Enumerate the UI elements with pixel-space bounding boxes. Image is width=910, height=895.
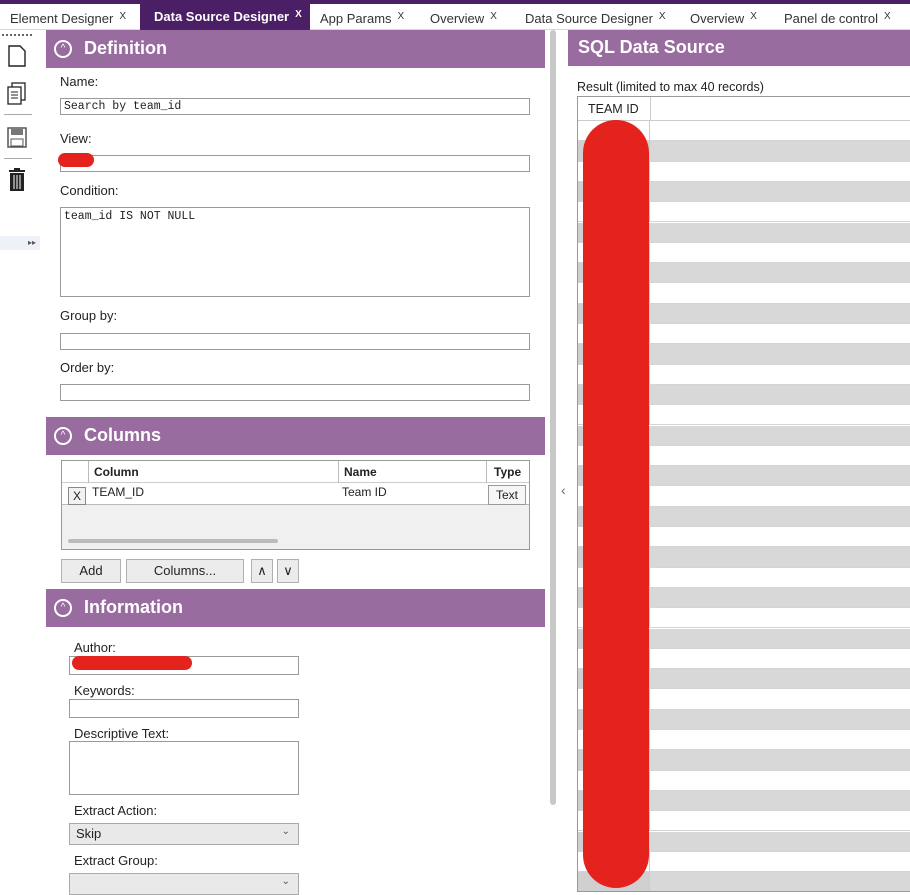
tab-bar: Element Designer X Data Source Designer X … (0, 0, 910, 30)
tab-data-source-designer-active[interactable]: Data Source Designer X (140, 4, 310, 30)
collapse-icon[interactable]: ^ (54, 40, 72, 58)
panel-title: SQL Data Source (578, 37, 725, 57)
name-cell[interactable]: Team ID (342, 485, 387, 499)
groupby-label: Group by: (60, 308, 118, 323)
condition-label: Condition: (60, 183, 119, 198)
redaction-mark (72, 656, 192, 670)
panel-expander-icon[interactable]: ▸▸ (0, 236, 40, 250)
tab-close-icon[interactable]: X (398, 11, 405, 22)
orderby-field[interactable] (60, 384, 530, 401)
tab-close-icon[interactable]: X (119, 11, 126, 22)
result-label: Result (limited to max 40 records) (577, 80, 764, 94)
column-header[interactable]: Column (94, 465, 139, 479)
chevron-left-icon[interactable]: ‹ (561, 482, 566, 498)
horizontal-scrollbar[interactable] (68, 539, 278, 543)
tab-label: Data Source Designer (525, 11, 653, 26)
copy-document-icon[interactable] (6, 82, 28, 106)
tab-label: Data Source Designer (154, 9, 290, 24)
tab-element-designer[interactable]: Element Designer X (10, 8, 126, 30)
result-table-header: TEAM ID (578, 97, 910, 121)
condition-textarea[interactable]: team_id IS NOT NULL (60, 207, 530, 297)
section-title: Definition (84, 38, 167, 58)
tab-data-source-designer[interactable]: Data Source Designer X (525, 8, 666, 30)
keywords-label: Keywords: (74, 683, 135, 698)
tab-label: Element Designer (10, 11, 114, 26)
collapse-icon[interactable]: ^ (54, 427, 72, 445)
information-header[interactable]: ^ Information (46, 589, 545, 627)
tab-label: App Params (320, 11, 392, 26)
type-button[interactable]: Text (488, 485, 526, 505)
tab-label: Overview (430, 11, 485, 26)
tab-panel-de-control[interactable]: Panel de control X (784, 8, 891, 30)
tab-app-params[interactable]: App Params X (320, 8, 404, 30)
name-header[interactable]: Name (344, 465, 377, 479)
descriptive-text-area[interactable] (69, 741, 299, 795)
section-title: Information (84, 597, 183, 617)
save-icon[interactable] (6, 126, 28, 150)
tab-close-icon[interactable]: X (750, 11, 757, 22)
new-document-icon[interactable] (6, 44, 28, 68)
extract-group-label: Extract Group: (74, 853, 158, 868)
tab-overview[interactable]: Overview X (430, 8, 497, 30)
tab-close-icon[interactable]: X (490, 11, 497, 22)
keywords-field[interactable] (69, 699, 299, 718)
author-label: Author: (74, 640, 116, 655)
redaction-mark (583, 120, 649, 888)
move-up-button[interactable]: ∧ (251, 559, 273, 583)
view-label: View: (60, 131, 92, 146)
tab-overview-2[interactable]: Overview X (690, 8, 757, 30)
toolbar-separator (4, 114, 32, 115)
team-id-header[interactable]: TEAM ID (588, 102, 639, 116)
delete-icon[interactable] (6, 168, 28, 192)
toolbar-separator (4, 158, 32, 159)
sql-data-source-header: SQL Data Source (568, 30, 910, 66)
collapse-icon[interactable]: ^ (54, 599, 72, 617)
tab-label: Panel de control (784, 11, 878, 26)
add-button[interactable]: Add (61, 559, 121, 583)
chevron-down-icon: ⌄ (281, 826, 290, 837)
name-field[interactable]: Search by team_id (60, 98, 530, 115)
columns-header[interactable]: ^ Columns (46, 417, 545, 455)
view-field[interactable] (60, 155, 530, 172)
redaction-mark (58, 153, 94, 167)
descriptive-text-label: Descriptive Text: (74, 726, 170, 741)
header-divider (650, 97, 651, 121)
grid-header: Column Name Type (62, 461, 529, 483)
section-title: Columns (84, 425, 162, 445)
scroll-thumb[interactable] (550, 30, 556, 805)
extract-action-label: Extract Action: (74, 803, 158, 818)
chevron-down-icon: ⌄ (281, 876, 290, 887)
vertical-scrollbar[interactable] (549, 30, 557, 805)
left-toolbar: ▸▸ (0, 30, 40, 892)
type-header[interactable]: Type (494, 465, 521, 479)
groupby-field[interactable] (60, 333, 530, 350)
selected-value: Skip (76, 826, 102, 841)
tab-label: Overview (690, 11, 745, 26)
table-row[interactable]: X TEAM_ID Team ID Text (62, 483, 529, 505)
definition-header[interactable]: ^ Definition (46, 30, 545, 68)
toolbar-grip[interactable] (2, 34, 32, 36)
tab-close-icon[interactable]: X (884, 11, 891, 22)
tab-close-icon[interactable]: X (659, 11, 666, 22)
extract-action-select[interactable]: Skip ⌄ (69, 823, 299, 845)
tab-close-icon[interactable]: X (295, 9, 302, 20)
remove-column-button[interactable]: X (68, 487, 86, 505)
column-cell[interactable]: TEAM_ID (92, 485, 144, 499)
name-label: Name: (60, 74, 99, 89)
orderby-label: Order by: (60, 360, 115, 375)
columns-grid: Column Name Type X TEAM_ID Team ID Text (61, 460, 530, 550)
columns-button[interactable]: Columns... (126, 559, 244, 583)
move-down-button[interactable]: ∨ (277, 559, 299, 583)
